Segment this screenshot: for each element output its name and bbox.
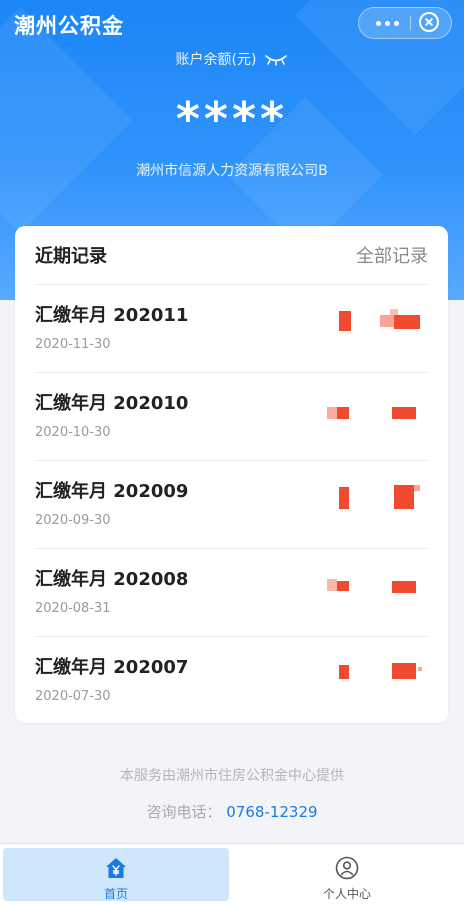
recent-records-card: 近期记录 全部记录 汇缴年月 202011 2020-11-30 汇缴年月 20… [15,226,448,723]
redacted-amount [380,573,430,597]
tab-personal-center-label: 个人中心 [322,887,371,901]
close-circle-icon[interactable] [419,12,439,32]
balance-label-row: 账户余额(元) [0,49,464,69]
tab-home[interactable]: 首页 [3,848,229,901]
record-title: 汇缴年月 202007 [35,657,189,678]
eye-closed-icon[interactable] [264,52,288,66]
record-title: 汇缴年月 202009 [35,481,189,502]
phone-number-link[interactable]: 0768-12329 [226,803,317,821]
redacted-amount [325,311,355,331]
capsule-divider [410,16,411,30]
app-title: 潮州公积金 [14,14,124,38]
record-title: 汇缴年月 202011 [35,305,189,326]
record-date: 2020-09-30 [35,513,111,528]
user-circle-icon [335,856,359,880]
balance-value: **** [175,92,289,146]
balance-label: 账户余额(元) [175,52,257,68]
mini-program-capsule [358,7,452,39]
redacted-amount [380,397,430,421]
record-item[interactable]: 汇缴年月 202010 2020-10-30 [35,372,428,460]
bottom-tab-bar: 首页 个人中心 [0,843,464,906]
company-name: 潮州市信源人力资源有限公司B [136,163,328,179]
record-item[interactable]: 汇缴年月 202008 2020-08-31 [35,548,428,636]
more-dots-icon[interactable] [371,8,403,38]
record-date: 2020-10-30 [35,425,111,440]
records-list: 汇缴年月 202011 2020-11-30 汇缴年月 202010 2020-… [15,284,448,724]
card-header: 近期记录 全部记录 [15,226,448,284]
service-note: 本服务由潮州市住房公积金中心提供 [120,768,344,784]
redacted-amount [380,485,430,509]
redacted-amount [325,399,355,419]
home-yen-icon [106,858,126,878]
record-item[interactable]: 汇缴年月 202011 2020-11-30 [35,284,428,372]
record-item[interactable]: 汇缴年月 202007 2020-07-30 [35,636,428,724]
redacted-amount [325,575,355,595]
redacted-amount [380,309,430,333]
consult-phone-row: 咨询电话： 0768-12329 [0,801,464,822]
record-date: 2020-07-30 [35,689,111,704]
record-date: 2020-08-31 [35,601,111,616]
redacted-amount [325,663,355,683]
phone-label: 咨询电话： [146,803,222,821]
redacted-amount [325,487,355,509]
tab-home-label: 首页 [103,887,128,901]
record-date: 2020-11-30 [35,337,111,352]
tab-personal-center[interactable]: 个人中心 [234,848,460,901]
all-records-link[interactable]: 全部记录 [356,242,428,268]
redacted-amount [380,661,430,685]
record-title: 汇缴年月 202008 [35,569,189,590]
card-title: 近期记录 [35,246,107,267]
record-title: 汇缴年月 202010 [35,393,189,414]
record-item[interactable]: 汇缴年月 202009 2020-09-30 [35,460,428,548]
